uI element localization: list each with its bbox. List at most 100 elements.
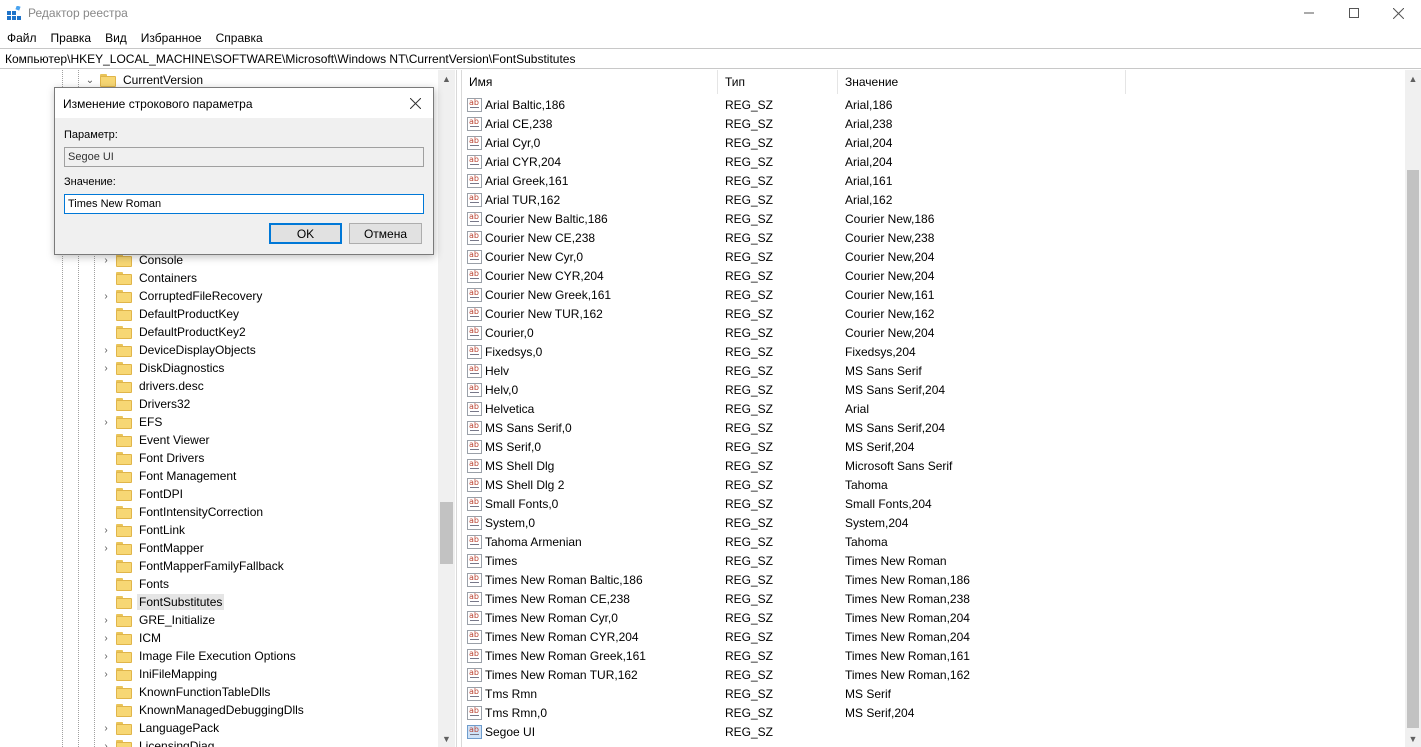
table-row[interactable]: ab Courier New Baltic,186 REG_SZ Courier Ne… xyxy=(462,209,1126,228)
tree-item[interactable]: › GRE_Initialize xyxy=(100,611,217,629)
menu-edit[interactable]: Правка xyxy=(44,28,99,48)
tree-item[interactable]: › DiskDiagnostics xyxy=(100,359,226,377)
values-list[interactable]: Имя Тип Значение ab Arial Baltic,186 REG_S… xyxy=(462,70,1405,747)
tree-item[interactable]: Drivers32 xyxy=(100,395,192,413)
tree-item[interactable]: DefaultProductKey xyxy=(100,305,241,323)
chevron-right-icon[interactable]: › xyxy=(100,719,112,737)
menu-view[interactable]: Вид xyxy=(98,28,134,48)
tree-item[interactable]: › DeviceDisplayObjects xyxy=(100,341,258,359)
list-scroll-thumb[interactable] xyxy=(1407,170,1419,728)
address-bar[interactable]: Компьютер\HKEY_LOCAL_MACHINE\SOFTWARE\Mi… xyxy=(0,48,1421,69)
table-row[interactable]: ab Arial CE,238 REG_SZ Arial,238 xyxy=(462,114,1126,133)
scroll-down-arrow-icon[interactable]: ▼ xyxy=(438,730,455,747)
column-header-type[interactable]: Тип xyxy=(718,70,838,94)
tree-item[interactable]: Font Drivers xyxy=(100,449,206,467)
scroll-up-arrow-icon[interactable]: ▲ xyxy=(1405,70,1421,87)
menu-favorites[interactable]: Избранное xyxy=(134,28,209,48)
chevron-right-icon[interactable]: › xyxy=(100,611,112,629)
dialog-close-button[interactable] xyxy=(403,92,427,114)
table-row[interactable]: ab Helvetica REG_SZ Arial xyxy=(462,399,1126,418)
tree-item[interactable]: › LanguagePack xyxy=(100,719,221,737)
table-row[interactable]: ab Courier New CYR,204 REG_SZ Courier New,2… xyxy=(462,266,1126,285)
table-row[interactable]: ab Arial Greek,161 REG_SZ Arial,161 xyxy=(462,171,1126,190)
table-row[interactable]: ab MS Shell Dlg REG_SZ Microsoft Sans Serif xyxy=(462,456,1126,475)
table-row[interactable]: ab Times New Roman Cyr,0 REG_SZ Times New R… xyxy=(462,608,1126,627)
table-row[interactable]: ab Times New Roman Greek,161 REG_SZ Times N… xyxy=(462,646,1126,665)
tree-item[interactable]: DefaultProductKey2 xyxy=(100,323,248,341)
value-data-input[interactable] xyxy=(64,194,424,214)
cancel-button[interactable]: Отмена xyxy=(349,223,422,244)
table-row[interactable]: ab Courier New Greek,161 REG_SZ Courier New… xyxy=(462,285,1126,304)
table-row[interactable]: ab Arial Cyr,0 REG_SZ Arial,204 xyxy=(462,133,1126,152)
chevron-right-icon[interactable]: › xyxy=(100,341,112,359)
tree-item[interactable]: › FontMapper xyxy=(100,539,206,557)
table-row[interactable]: ab Courier New Cyr,0 REG_SZ Courier New,204 xyxy=(462,247,1126,266)
table-row[interactable]: ab Tahoma Armenian REG_SZ Tahoma xyxy=(462,532,1126,551)
table-row[interactable]: ab MS Serif,0 REG_SZ MS Serif,204 xyxy=(462,437,1126,456)
table-row[interactable]: ab Helv,0 REG_SZ MS Sans Serif,204 xyxy=(462,380,1126,399)
table-row[interactable]: ab Arial CYR,204 REG_SZ Arial,204 xyxy=(462,152,1126,171)
table-row[interactable]: ab Tms Rmn,0 REG_SZ MS Serif,204 xyxy=(462,703,1126,722)
table-row[interactable]: ab Small Fonts,0 REG_SZ Small Fonts,204 xyxy=(462,494,1126,513)
tree-item[interactable]: › FontLink xyxy=(100,521,187,539)
chevron-right-icon[interactable]: › xyxy=(100,521,112,539)
tree-item[interactable]: Event Viewer xyxy=(100,431,211,449)
tree-item[interactable]: › EFS xyxy=(100,413,164,431)
tree-item[interactable]: Fonts xyxy=(100,575,171,593)
table-row[interactable]: ab Courier,0 REG_SZ Courier New,204 xyxy=(462,323,1126,342)
tree-scroll-thumb[interactable] xyxy=(440,502,453,564)
table-row[interactable]: ab MS Shell Dlg 2 REG_SZ Tahoma xyxy=(462,475,1126,494)
menu-help[interactable]: Справка xyxy=(209,28,270,48)
ok-button[interactable]: OK xyxy=(269,223,342,244)
table-row[interactable]: ab Tms Rmn REG_SZ MS Serif xyxy=(462,684,1126,703)
chevron-right-icon[interactable]: › xyxy=(100,665,112,683)
chevron-right-icon[interactable]: › xyxy=(100,413,112,431)
table-row[interactable]: ab Times New Roman Baltic,186 REG_SZ Times … xyxy=(462,570,1126,589)
chevron-right-icon[interactable]: › xyxy=(100,647,112,665)
tree-item[interactable]: FontMapperFamilyFallback xyxy=(100,557,286,575)
maximize-button[interactable] xyxy=(1331,0,1377,26)
tree-item[interactable]: › LicensingDiag xyxy=(100,737,216,747)
tree-item[interactable]: Containers xyxy=(100,269,199,287)
tree-item[interactable]: Font Management xyxy=(100,467,238,485)
chevron-right-icon[interactable]: › xyxy=(100,629,112,647)
table-row[interactable]: ab Courier New TUR,162 REG_SZ Courier New,1… xyxy=(462,304,1126,323)
tree-scrollbar[interactable]: ▲ ▼ xyxy=(438,70,455,747)
column-header-value[interactable]: Значение xyxy=(838,70,1126,94)
cell-type: REG_SZ xyxy=(725,268,774,283)
table-row[interactable]: ab MS Sans Serif,0 REG_SZ MS Sans Serif,204 xyxy=(462,418,1126,437)
table-row[interactable]: ab Courier New CE,238 REG_SZ Courier New,23… xyxy=(462,228,1126,247)
table-row[interactable]: ab Fixedsys,0 REG_SZ Fixedsys,204 xyxy=(462,342,1126,361)
tree-item[interactable]: FontIntensityCorrection xyxy=(100,503,265,521)
column-header-name[interactable]: Имя xyxy=(462,70,718,94)
table-row[interactable]: ab System,0 REG_SZ System,204 xyxy=(462,513,1126,532)
table-row[interactable]: ab Arial Baltic,186 REG_SZ Arial,186 xyxy=(462,95,1126,114)
tree-item[interactable]: drivers.desc xyxy=(100,377,206,395)
chevron-right-icon[interactable]: › xyxy=(100,539,112,557)
table-row[interactable]: ab Times New Roman CE,238 REG_SZ Times New … xyxy=(462,589,1126,608)
tree-item[interactable]: FontSubstitutes xyxy=(100,593,225,611)
table-row[interactable]: ab Helv REG_SZ MS Sans Serif xyxy=(462,361,1126,380)
menu-file[interactable]: Файл xyxy=(0,28,44,48)
tree-item[interactable]: › CorruptedFileRecovery xyxy=(100,287,264,305)
scroll-up-arrow-icon[interactable]: ▲ xyxy=(438,70,455,87)
value-name: Arial Cyr,0 xyxy=(485,135,541,150)
table-row[interactable]: ab Arial TUR,162 REG_SZ Arial,162 xyxy=(462,190,1126,209)
minimize-button[interactable] xyxy=(1286,0,1332,26)
chevron-right-icon[interactable]: › xyxy=(100,737,112,747)
table-row[interactable]: ab Times New Roman TUR,162 REG_SZ Times New… xyxy=(462,665,1126,684)
table-row[interactable]: ab Segoe UI REG_SZ xyxy=(462,722,1126,741)
table-row[interactable]: ab Times REG_SZ Times New Roman xyxy=(462,551,1126,570)
close-button[interactable] xyxy=(1375,0,1421,26)
tree-item[interactable]: KnownFunctionTableDlls xyxy=(100,683,272,701)
chevron-right-icon[interactable]: › xyxy=(100,359,112,377)
tree-item[interactable]: KnownManagedDebuggingDlls xyxy=(100,701,306,719)
list-scrollbar[interactable]: ▲ ▼ xyxy=(1405,70,1421,747)
scroll-down-arrow-icon[interactable]: ▼ xyxy=(1405,730,1421,747)
tree-item[interactable]: › IniFileMapping xyxy=(100,665,219,683)
tree-item[interactable]: › ICM xyxy=(100,629,163,647)
tree-item[interactable]: FontDPI xyxy=(100,485,185,503)
chevron-right-icon[interactable]: › xyxy=(100,287,112,305)
tree-item[interactable]: › Image File Execution Options xyxy=(100,647,298,665)
table-row[interactable]: ab Times New Roman CYR,204 REG_SZ Times New… xyxy=(462,627,1126,646)
